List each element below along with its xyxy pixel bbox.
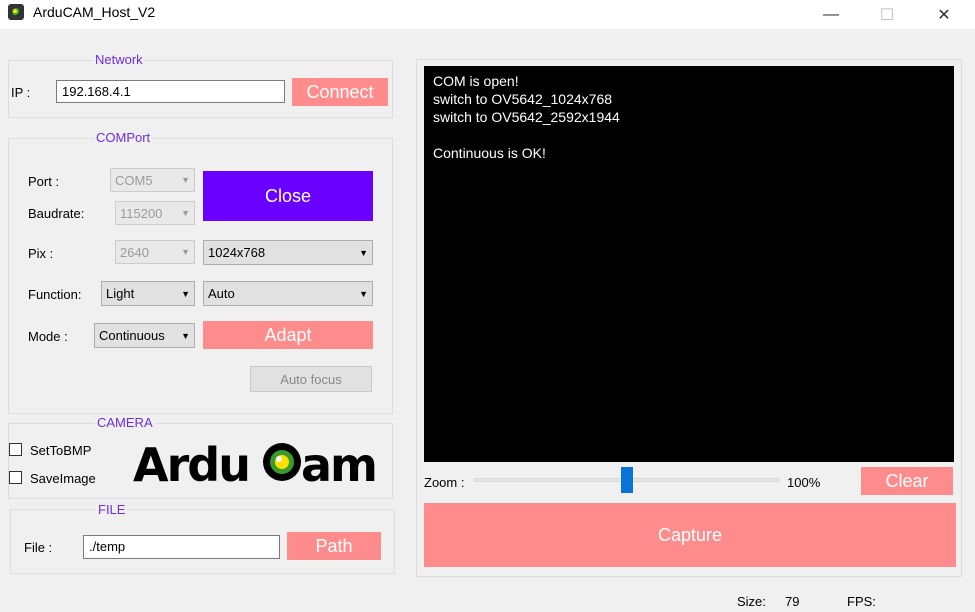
auto-focus-button[interactable]: Auto focus: [250, 366, 372, 392]
chevron-down-icon: ▼: [359, 247, 368, 258]
function-select[interactable]: Light ▼: [101, 281, 195, 306]
pix-label: Pix :: [28, 246, 54, 261]
function-label: Function:: [28, 287, 82, 302]
port-value: COM5: [115, 172, 153, 188]
size-label: Size:: [737, 594, 766, 609]
size-value: 79: [785, 594, 800, 609]
port-label: Port :: [28, 174, 60, 189]
resolution-value: 1024x768: [208, 245, 266, 260]
path-button[interactable]: Path: [287, 532, 381, 560]
ip-input[interactable]: 192.168.4.1: [56, 80, 285, 103]
maximize-button[interactable]: ☐: [864, 0, 910, 29]
close-port-button[interactable]: Close: [203, 171, 373, 221]
function-mode-select[interactable]: Auto ▼: [203, 281, 373, 306]
clear-button[interactable]: Clear: [861, 467, 953, 495]
svg-text:am: am: [301, 438, 376, 491]
saveimage-checkbox[interactable]: [9, 471, 22, 484]
file-path-input[interactable]: ./temp: [83, 535, 280, 559]
minimize-button[interactable]: —: [808, 0, 854, 29]
saveimage-label: SaveImage: [30, 471, 96, 486]
chevron-down-icon: ▼: [359, 288, 368, 299]
pix-select[interactable]: 2640 ▼: [115, 240, 195, 264]
chevron-down-icon: ▼: [181, 288, 190, 299]
mode-value: Continuous: [99, 328, 165, 343]
chevron-down-icon: ▼: [181, 330, 190, 341]
camera-group-title: CAMERA: [95, 415, 155, 430]
port-select[interactable]: COM5 ▼: [110, 168, 195, 192]
pix-value: 2640: [120, 244, 149, 260]
arducam-logo: Ardu am: [133, 431, 383, 492]
mode-select[interactable]: Continuous ▼: [94, 323, 195, 348]
chevron-down-icon: ▼: [181, 247, 190, 257]
zoom-value: 100%: [787, 475, 821, 490]
function-mode-value: Auto: [208, 286, 235, 301]
baudrate-select[interactable]: 115200 ▼: [115, 201, 195, 225]
mode-label: Mode :: [28, 329, 68, 344]
zoom-slider-thumb[interactable]: [620, 467, 633, 493]
chevron-down-icon: ▼: [181, 208, 190, 218]
baudrate-label: Baudrate:: [28, 206, 85, 221]
ip-label: IP :: [11, 85, 31, 100]
log-console: COM is open! switch to OV5642_1024x768 s…: [424, 66, 954, 462]
window-title: ArduCAM_Host_V2: [33, 4, 156, 20]
svg-text:Ardu: Ardu: [133, 438, 249, 491]
resolution-select[interactable]: 1024x768 ▼: [203, 240, 373, 265]
adapt-button[interactable]: Adapt: [203, 321, 373, 349]
function-value: Light: [106, 286, 135, 301]
arducam-app-icon: [8, 4, 24, 20]
network-group-title: Network: [93, 52, 145, 67]
baudrate-value: 115200: [120, 205, 163, 221]
capture-button[interactable]: Capture: [424, 503, 956, 567]
chevron-down-icon: ▼: [181, 175, 190, 185]
file-label: File :: [24, 540, 53, 555]
close-window-button[interactable]: ✕: [921, 0, 967, 29]
comport-group-title: COMPort: [94, 130, 153, 145]
connect-button[interactable]: Connect: [292, 78, 388, 106]
fps-label: FPS:: [847, 594, 876, 609]
file-group-title: FILE: [96, 502, 128, 517]
zoom-label: Zoom :: [424, 475, 465, 490]
settobmp-checkbox[interactable]: [9, 443, 22, 456]
settobmp-label: SetToBMP: [30, 443, 92, 458]
